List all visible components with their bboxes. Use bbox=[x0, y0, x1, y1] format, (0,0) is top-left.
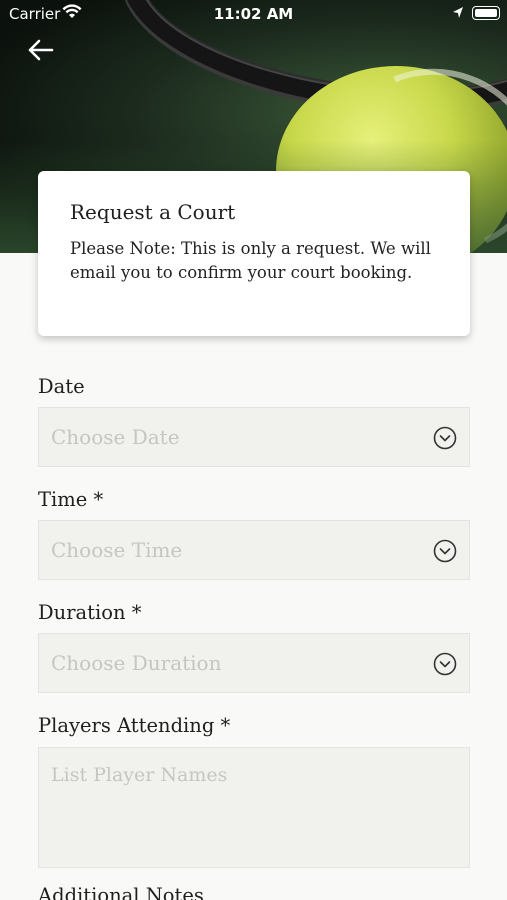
arrow-left-icon bbox=[28, 39, 54, 61]
chevron-down-circle-icon bbox=[433, 652, 457, 676]
info-card: Request a Court Please Note: This is onl… bbox=[38, 171, 470, 336]
card-title: Request a Court bbox=[70, 200, 236, 224]
date-placeholder: Choose Date bbox=[51, 425, 180, 449]
back-button[interactable] bbox=[24, 34, 56, 66]
notes-label: Additional Notes bbox=[38, 884, 204, 900]
battery-fill bbox=[475, 9, 497, 17]
chevron-down-circle-icon bbox=[433, 539, 457, 563]
time-select[interactable]: Choose Time bbox=[38, 520, 470, 580]
battery-icon bbox=[472, 6, 500, 20]
duration-label: Duration * bbox=[38, 601, 142, 624]
players-placeholder: List Player Names bbox=[51, 764, 228, 786]
duration-placeholder: Choose Duration bbox=[51, 651, 222, 675]
status-time: 11:02 AM bbox=[213, 5, 294, 23]
time-label: Time * bbox=[38, 488, 104, 511]
time-placeholder: Choose Time bbox=[51, 538, 183, 562]
card-note: Please Note: This is only a request. We … bbox=[70, 239, 431, 282]
players-label: Players Attending * bbox=[38, 714, 231, 737]
location-arrow-icon bbox=[452, 6, 464, 24]
duration-select[interactable]: Choose Duration bbox=[38, 633, 470, 693]
chevron-down-circle-icon bbox=[433, 426, 457, 450]
date-select[interactable]: Choose Date bbox=[38, 407, 470, 467]
date-label: Date bbox=[38, 375, 85, 398]
players-textarea[interactable]: List Player Names bbox=[38, 747, 470, 868]
status-bar: Carrier 11:02 AM bbox=[0, 0, 507, 28]
